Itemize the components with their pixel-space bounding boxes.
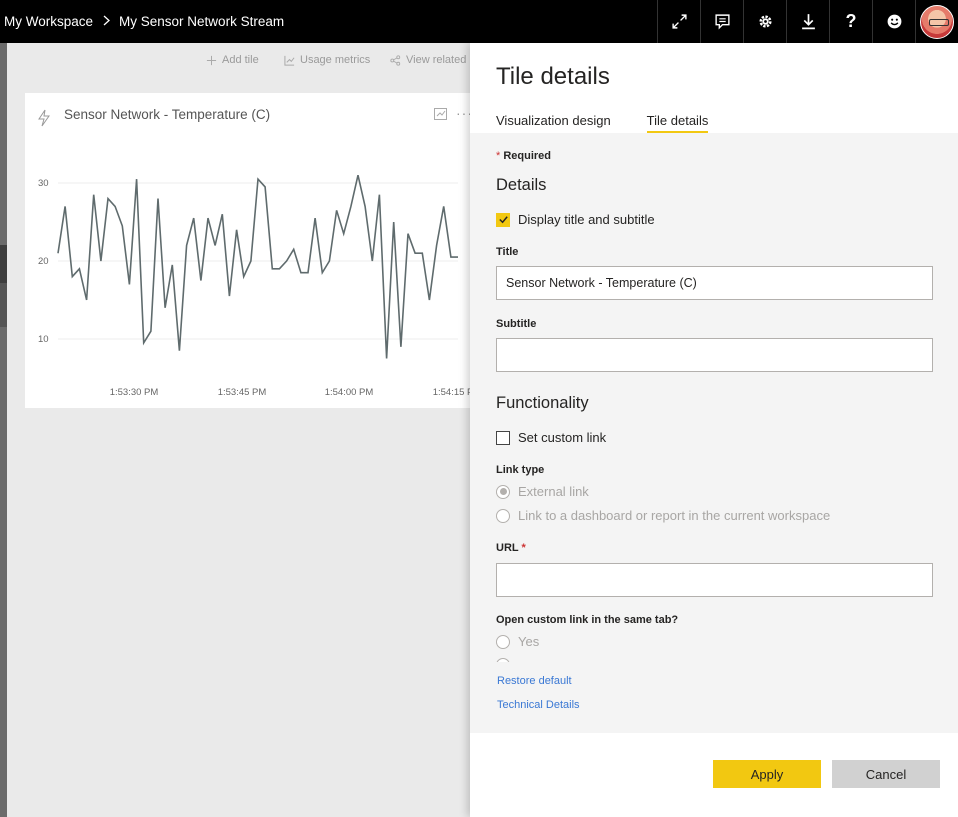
breadcrumb-workspace[interactable]: My Workspace	[4, 14, 93, 29]
left-nav-edge	[0, 43, 7, 817]
url-input[interactable]	[496, 563, 933, 597]
radio-button[interactable]	[496, 484, 510, 499]
download-icon[interactable]	[786, 0, 829, 43]
x-tick-label: 1:54:15 PM	[433, 387, 470, 398]
add-tile-button[interactable]: Add tile	[206, 54, 259, 66]
radio-external-link-label: External link	[518, 484, 589, 499]
display-title-label: Display title and subtitle	[518, 212, 655, 227]
breadcrumb-current[interactable]: My Sensor Network Stream	[119, 14, 284, 29]
required-note: * Required	[496, 150, 552, 162]
radio-internal-link-label: Link to a dashboard or report in the cur…	[518, 508, 831, 523]
tab-tile-details[interactable]: Tile details	[646, 113, 709, 134]
focus-mode-icon[interactable]	[434, 108, 447, 120]
panel-title: Tile details	[496, 63, 610, 90]
y-tick-label: 20	[38, 256, 49, 267]
chart-icon	[284, 55, 295, 66]
tab-visualization-design[interactable]: Visualization design	[496, 113, 611, 134]
details-heading: Details	[496, 176, 547, 194]
title-label: Title	[496, 246, 519, 258]
tile-details-panel: Tile details Visualization design Tile d…	[470, 43, 958, 817]
y-tick-label: 30	[38, 178, 49, 189]
share-icon	[390, 54, 401, 66]
panel-footer: Apply Cancel	[713, 760, 940, 788]
add-tile-label: Add tile	[222, 54, 259, 66]
x-tick-label: 1:53:45 PM	[218, 387, 267, 398]
plus-icon	[206, 55, 217, 65]
checkmark-icon	[498, 216, 508, 224]
radio-same-tab-yes[interactable]: Yes	[496, 634, 539, 649]
help-icon[interactable]: ?	[829, 0, 872, 43]
usage-metrics-label: Usage metrics	[300, 54, 371, 66]
user-menu[interactable]	[915, 0, 958, 43]
tile-title: Sensor Network - Temperature (C)	[64, 107, 271, 122]
custom-link-label: Set custom link	[518, 430, 607, 445]
custom-link-checkbox[interactable]	[496, 430, 510, 445]
display-title-checkbox-row[interactable]: Display title and subtitle	[496, 212, 655, 227]
subtitle-label: Subtitle	[496, 318, 537, 330]
x-tick-label: 1:54:00 PM	[325, 387, 374, 398]
link-type-label: Link type	[496, 464, 545, 476]
series-line	[57, 175, 458, 359]
dashboard-canvas: Add tile Usage metrics View related 30 20…	[7, 43, 472, 817]
title-input[interactable]: Sensor Network - Temperature (C)	[496, 266, 933, 300]
radio-yes-label: Yes	[518, 634, 540, 649]
radio-button[interactable]	[496, 508, 510, 523]
technical-details-link[interactable]: Technical Details	[497, 699, 580, 711]
dashboard-toolbar: Add tile Usage metrics View related	[7, 43, 470, 79]
chevron-right-icon	[103, 14, 111, 29]
display-title-checkbox[interactable]	[496, 212, 510, 227]
y-tick-label: 10	[38, 334, 49, 345]
line-chart: 30 20 10 1:53:30 PM 1:53:45 PM 1:54:00 PM 1:54…	[38, 175, 470, 398]
lightning-bolt-icon	[38, 109, 50, 127]
view-related-button[interactable]: View related	[390, 54, 466, 66]
custom-link-checkbox-row[interactable]: Set custom link	[496, 430, 606, 445]
breadcrumb: My Workspace My Sensor Network Stream	[0, 14, 284, 29]
gear-icon[interactable]	[743, 0, 786, 43]
chart-tile[interactable]: 30 20 10 1:53:30 PM 1:53:45 PM 1:54:00 PM 1:54…	[25, 93, 472, 408]
subtitle-input[interactable]	[496, 338, 933, 372]
smiley-icon[interactable]	[872, 0, 915, 43]
restore-default-link[interactable]: Restore default	[497, 675, 572, 687]
panel-body: * Required Details Display title and sub…	[470, 133, 958, 733]
functionality-heading: Functionality	[496, 394, 589, 412]
same-tab-label: Open custom link in the same tab?	[496, 614, 679, 626]
url-label: URL *	[496, 542, 526, 554]
radio-internal-link[interactable]: Link to a dashboard or report in the cur…	[496, 508, 830, 523]
usage-metrics-button[interactable]: Usage metrics	[284, 54, 370, 66]
radio-external-link[interactable]: External link	[496, 484, 589, 499]
x-tick-label: 1:53:30 PM	[110, 387, 159, 398]
comment-icon[interactable]	[700, 0, 743, 43]
cancel-button[interactable]: Cancel	[832, 760, 940, 788]
top-bar: My Workspace My Sensor Network Stream ?	[0, 0, 958, 43]
view-related-label: View related	[406, 54, 467, 66]
radio-partial	[496, 658, 510, 662]
avatar[interactable]	[920, 4, 954, 39]
expand-icon[interactable]	[657, 0, 700, 43]
radio-button[interactable]	[496, 634, 510, 649]
apply-button[interactable]: Apply	[713, 760, 821, 788]
panel-tabs: Visualization design Tile details	[496, 113, 744, 134]
